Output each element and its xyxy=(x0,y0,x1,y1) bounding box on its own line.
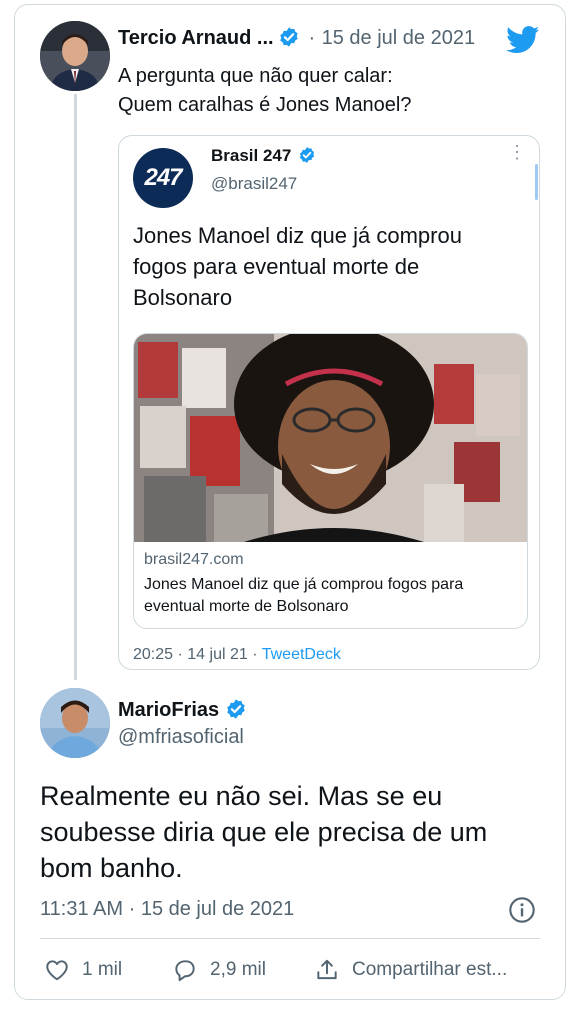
like-button[interactable]: 1 mil xyxy=(44,953,122,987)
quoted-source[interactable]: TweetDeck xyxy=(262,646,341,663)
reply-handle[interactable]: @mfriasoficial xyxy=(118,726,244,749)
parent-text-line: Quem caralhas é Jones Manoel? xyxy=(118,94,412,116)
link-title-line: eventual morte de Bolsonaro xyxy=(144,598,349,615)
reply-text-line: bom banho. xyxy=(40,853,183,883)
quoted-display-name[interactable]: Brasil 247 xyxy=(211,146,316,166)
link-preview-card[interactable]: brasil247.com Jones Manoel diz que já co… xyxy=(133,333,528,629)
reply-display-name[interactable]: MarioFrias xyxy=(118,698,247,722)
scrollbar-thumb[interactable] xyxy=(535,164,538,200)
verified-badge-icon xyxy=(299,147,315,163)
parent-date[interactable]: 15 de jul de 2021 xyxy=(322,27,475,49)
quoted-tweet-footer: 20:25 · 14 jul 21 · TweetDeck xyxy=(133,646,341,664)
avatar-mario-frias[interactable] xyxy=(40,688,110,758)
quoted-tweet[interactable]: 247 Brasil 247 @brasil247 ⋮ Jones Manoel… xyxy=(118,135,540,670)
like-count: 1 mil xyxy=(82,959,123,980)
heart-icon xyxy=(46,960,68,981)
share-icon xyxy=(317,959,337,980)
thread-connector-line xyxy=(74,94,77,680)
quoted-date[interactable]: 14 jul 21 xyxy=(187,646,248,663)
link-title: Jones Manoel diz que já comprou fogos pa… xyxy=(144,574,514,618)
quoted-handle[interactable]: @brasil247 xyxy=(211,174,297,194)
footer-separator: · xyxy=(252,646,258,663)
quoted-text-line: Bolsonaro xyxy=(133,285,233,310)
reply-timestamp[interactable]: 11:31 AM · 15 de jul de 2021 xyxy=(40,898,294,921)
quoted-text-line: fogos para eventual morte de xyxy=(133,254,420,279)
reply-text-line: Realmente eu não sei. Mas se eu xyxy=(40,781,443,811)
reply-button[interactable]: 2,9 mil xyxy=(172,953,266,987)
quoted-time[interactable]: 20:25 xyxy=(133,646,173,663)
link-domain: brasil247.com xyxy=(144,551,244,568)
article-photo xyxy=(134,334,527,542)
reply-time: 11:31 AM xyxy=(40,898,124,920)
action-bar: 1 mil 2,9 mil Compartilhar est... xyxy=(40,953,545,987)
share-button[interactable]: Compartilhar est... xyxy=(314,953,507,987)
twitter-bird-icon[interactable] xyxy=(506,26,540,54)
quoted-text-line: Jones Manoel diz que já comprou xyxy=(133,223,462,248)
avatar-tercio-arnaud[interactable] xyxy=(40,21,110,91)
meta-separator: · xyxy=(128,898,136,920)
parent-tweet-header: Tercio Arnaud ... · 15 de jul de 2021 xyxy=(118,26,548,54)
more-options-icon[interactable]: ⋮ xyxy=(507,143,527,168)
parent-text-line: A pergunta que não quer calar: xyxy=(118,65,393,87)
action-divider xyxy=(40,938,540,939)
verified-badge-icon xyxy=(227,699,245,719)
reply-bubble-icon xyxy=(175,960,195,982)
header-separator: · xyxy=(308,27,316,49)
info-icon[interactable] xyxy=(508,896,536,924)
reply-date: 15 de jul de 2021 xyxy=(140,898,295,920)
verified-badge-icon xyxy=(280,27,298,47)
reply-text-line: soubesse diria que ele precisa de um xyxy=(40,817,488,847)
quoted-tweet-text: Jones Manoel diz que já comprou fogos pa… xyxy=(133,220,529,313)
parent-tweet-text: A pergunta que não quer calar: Quem cara… xyxy=(118,62,538,120)
avatar-logo-text: 247 xyxy=(144,164,182,191)
reply-name-text: MarioFrias xyxy=(118,699,220,721)
reply-tweet-text: Realmente eu não sei. Mas se eu soubesse… xyxy=(40,778,540,886)
reply-count: 2,9 mil xyxy=(210,959,266,980)
quoted-name-text: Brasil 247 xyxy=(211,146,292,165)
share-label: Compartilhar est... xyxy=(352,959,508,980)
parent-display-name[interactable]: Tercio Arnaud ... xyxy=(118,27,274,49)
footer-separator: · xyxy=(177,646,183,663)
link-title-line: Jones Manoel diz que já comprou fogos pa… xyxy=(144,576,464,593)
avatar-brasil247[interactable]: 247 xyxy=(133,148,193,208)
